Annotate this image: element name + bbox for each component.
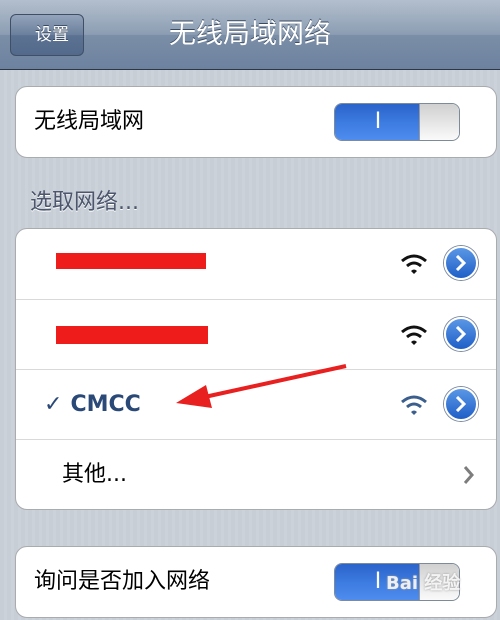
watermark: Bai 经验 bbox=[386, 573, 461, 594]
annotation-arrow-icon bbox=[176, 364, 347, 408]
